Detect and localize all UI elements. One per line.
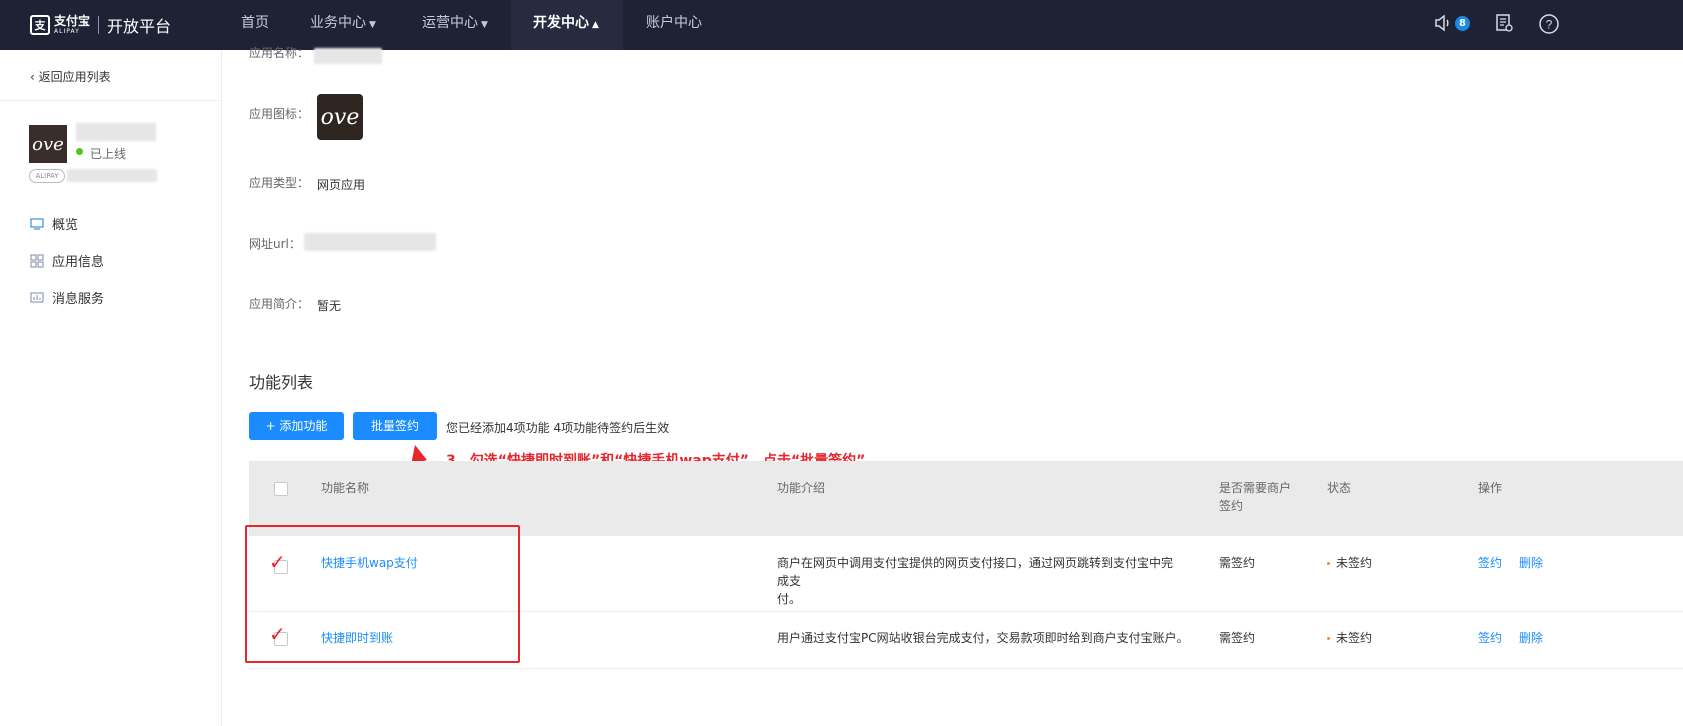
chevron-up-icon: ▲ — [592, 20, 599, 30]
app-name-redacted — [76, 123, 156, 141]
grid-icon — [30, 253, 44, 268]
main-content: 应用名称： 应用图标： ove 应用类型： 网页应用 网址url： 应用简介： … — [222, 46, 1683, 726]
app-desc-label: 应用简介： — [249, 297, 310, 311]
feature-intro: 商户在网页中调用支付宝提供的网页支付接口，通过网页跳转到支付宝中完成支 付。 — [777, 556, 1174, 606]
alipay-tag: ALIPAY — [29, 169, 65, 183]
feature-list-title: 功能列表 — [249, 373, 314, 392]
feature-intro: 用户通过支付宝PC网站收银台完成支付，交易款项即时给到商户支付宝账户。 — [777, 631, 1189, 645]
batch-sign-button[interactable]: 批量签约 — [353, 412, 437, 440]
select-all-checkbox[interactable] — [274, 482, 288, 496]
svg-text:?: ? — [1546, 18, 1553, 32]
nav-business-center[interactable]: 业务中心 ▼ — [288, 0, 398, 50]
feature-count-info: 您已经添加4项功能 4项功能待签约后生效 — [446, 421, 670, 435]
status-dot — [76, 148, 83, 155]
logo-en-text: ALIPAY — [54, 28, 80, 35]
delete-link[interactable]: 删除 — [1519, 629, 1543, 647]
col-status: 状态 — [1327, 481, 1352, 495]
help-icon[interactable]: ? — [1538, 13, 1560, 40]
app-id-redacted — [67, 169, 157, 182]
back-to-app-list-link[interactable]: ‹ 返回应用列表 — [30, 68, 111, 85]
col-need-sign: 是否需要商户 签约 — [1219, 481, 1292, 513]
alipay-logo[interactable]: 支 支付宝 ALIPAY 开放平台 — [30, 14, 171, 36]
platform-title: 开放平台 — [107, 17, 172, 36]
sidebar-divider — [0, 100, 221, 101]
chart-icon — [30, 291, 44, 305]
app-name-label: 应用名称： — [249, 46, 310, 60]
chevron-left-icon: ‹ — [30, 70, 39, 84]
nav-home[interactable]: 首页 — [219, 0, 291, 50]
document-icon[interactable] — [1494, 13, 1514, 38]
nav-dev-center[interactable]: 开发中心 ▲ — [511, 0, 623, 50]
sidebar: ‹ 返回应用列表 ove 已上线 ALIPAY 概览 应用信息 消息服务 — [0, 50, 222, 726]
app-avatar: ove — [29, 125, 67, 163]
status-badge: 未签约 — [1327, 554, 1372, 572]
status-label: 已上线 — [90, 147, 127, 161]
status-badge: 未签约 — [1327, 629, 1372, 647]
logo-divider — [98, 16, 100, 34]
chevron-down-icon: ▼ — [369, 20, 376, 30]
col-feature-intro: 功能介绍 — [777, 481, 826, 495]
add-feature-button[interactable]: + 添加功能 — [249, 412, 344, 440]
sidebar-item-app-info[interactable]: 应用信息 — [30, 251, 104, 270]
sidebar-item-overview[interactable]: 概览 — [30, 214, 78, 233]
app-icon-label: 应用图标： — [249, 107, 310, 121]
sign-link[interactable]: 签约 — [1478, 554, 1502, 572]
speaker-icon[interactable] — [1433, 13, 1453, 38]
app-type-value: 网页应用 — [317, 178, 366, 192]
need-sign-value: 需签约 — [1219, 556, 1256, 570]
status-dot — [1327, 562, 1330, 565]
monitor-icon — [30, 217, 44, 231]
url-label: 网址url： — [249, 237, 301, 251]
col-operations: 操作 — [1478, 481, 1503, 495]
app-desc-value: 暂无 — [317, 299, 342, 313]
delete-link[interactable]: 删除 — [1519, 554, 1543, 572]
sidebar-item-message-service[interactable]: 消息服务 — [30, 288, 104, 307]
status-dot — [1327, 637, 1330, 640]
notification-badge: 8 — [1455, 16, 1470, 31]
app-name-value-redacted — [314, 48, 382, 64]
highlight-box — [245, 525, 520, 663]
sign-link[interactable]: 签约 — [1478, 629, 1502, 647]
nav-account-center[interactable]: 账户中心 — [624, 0, 724, 50]
top-navbar: 支 支付宝 ALIPAY 开放平台 首页 业务中心 ▼ 运营中心 ▼ 开发中心 ▲ 账… — [0, 0, 1683, 50]
app-type-label: 应用类型： — [249, 176, 310, 190]
logo-cn-text: 支付宝 — [54, 14, 91, 28]
url-value-redacted — [304, 233, 436, 251]
need-sign-value: 需签约 — [1219, 631, 1256, 645]
nav-operation-center[interactable]: 运营中心 ▼ — [400, 0, 510, 50]
app-icon-image: ove — [317, 94, 363, 140]
alipay-logo-icon: 支 — [30, 15, 50, 35]
col-feature-name: 功能名称 — [321, 481, 370, 495]
chevron-down-icon: ▼ — [481, 20, 488, 30]
